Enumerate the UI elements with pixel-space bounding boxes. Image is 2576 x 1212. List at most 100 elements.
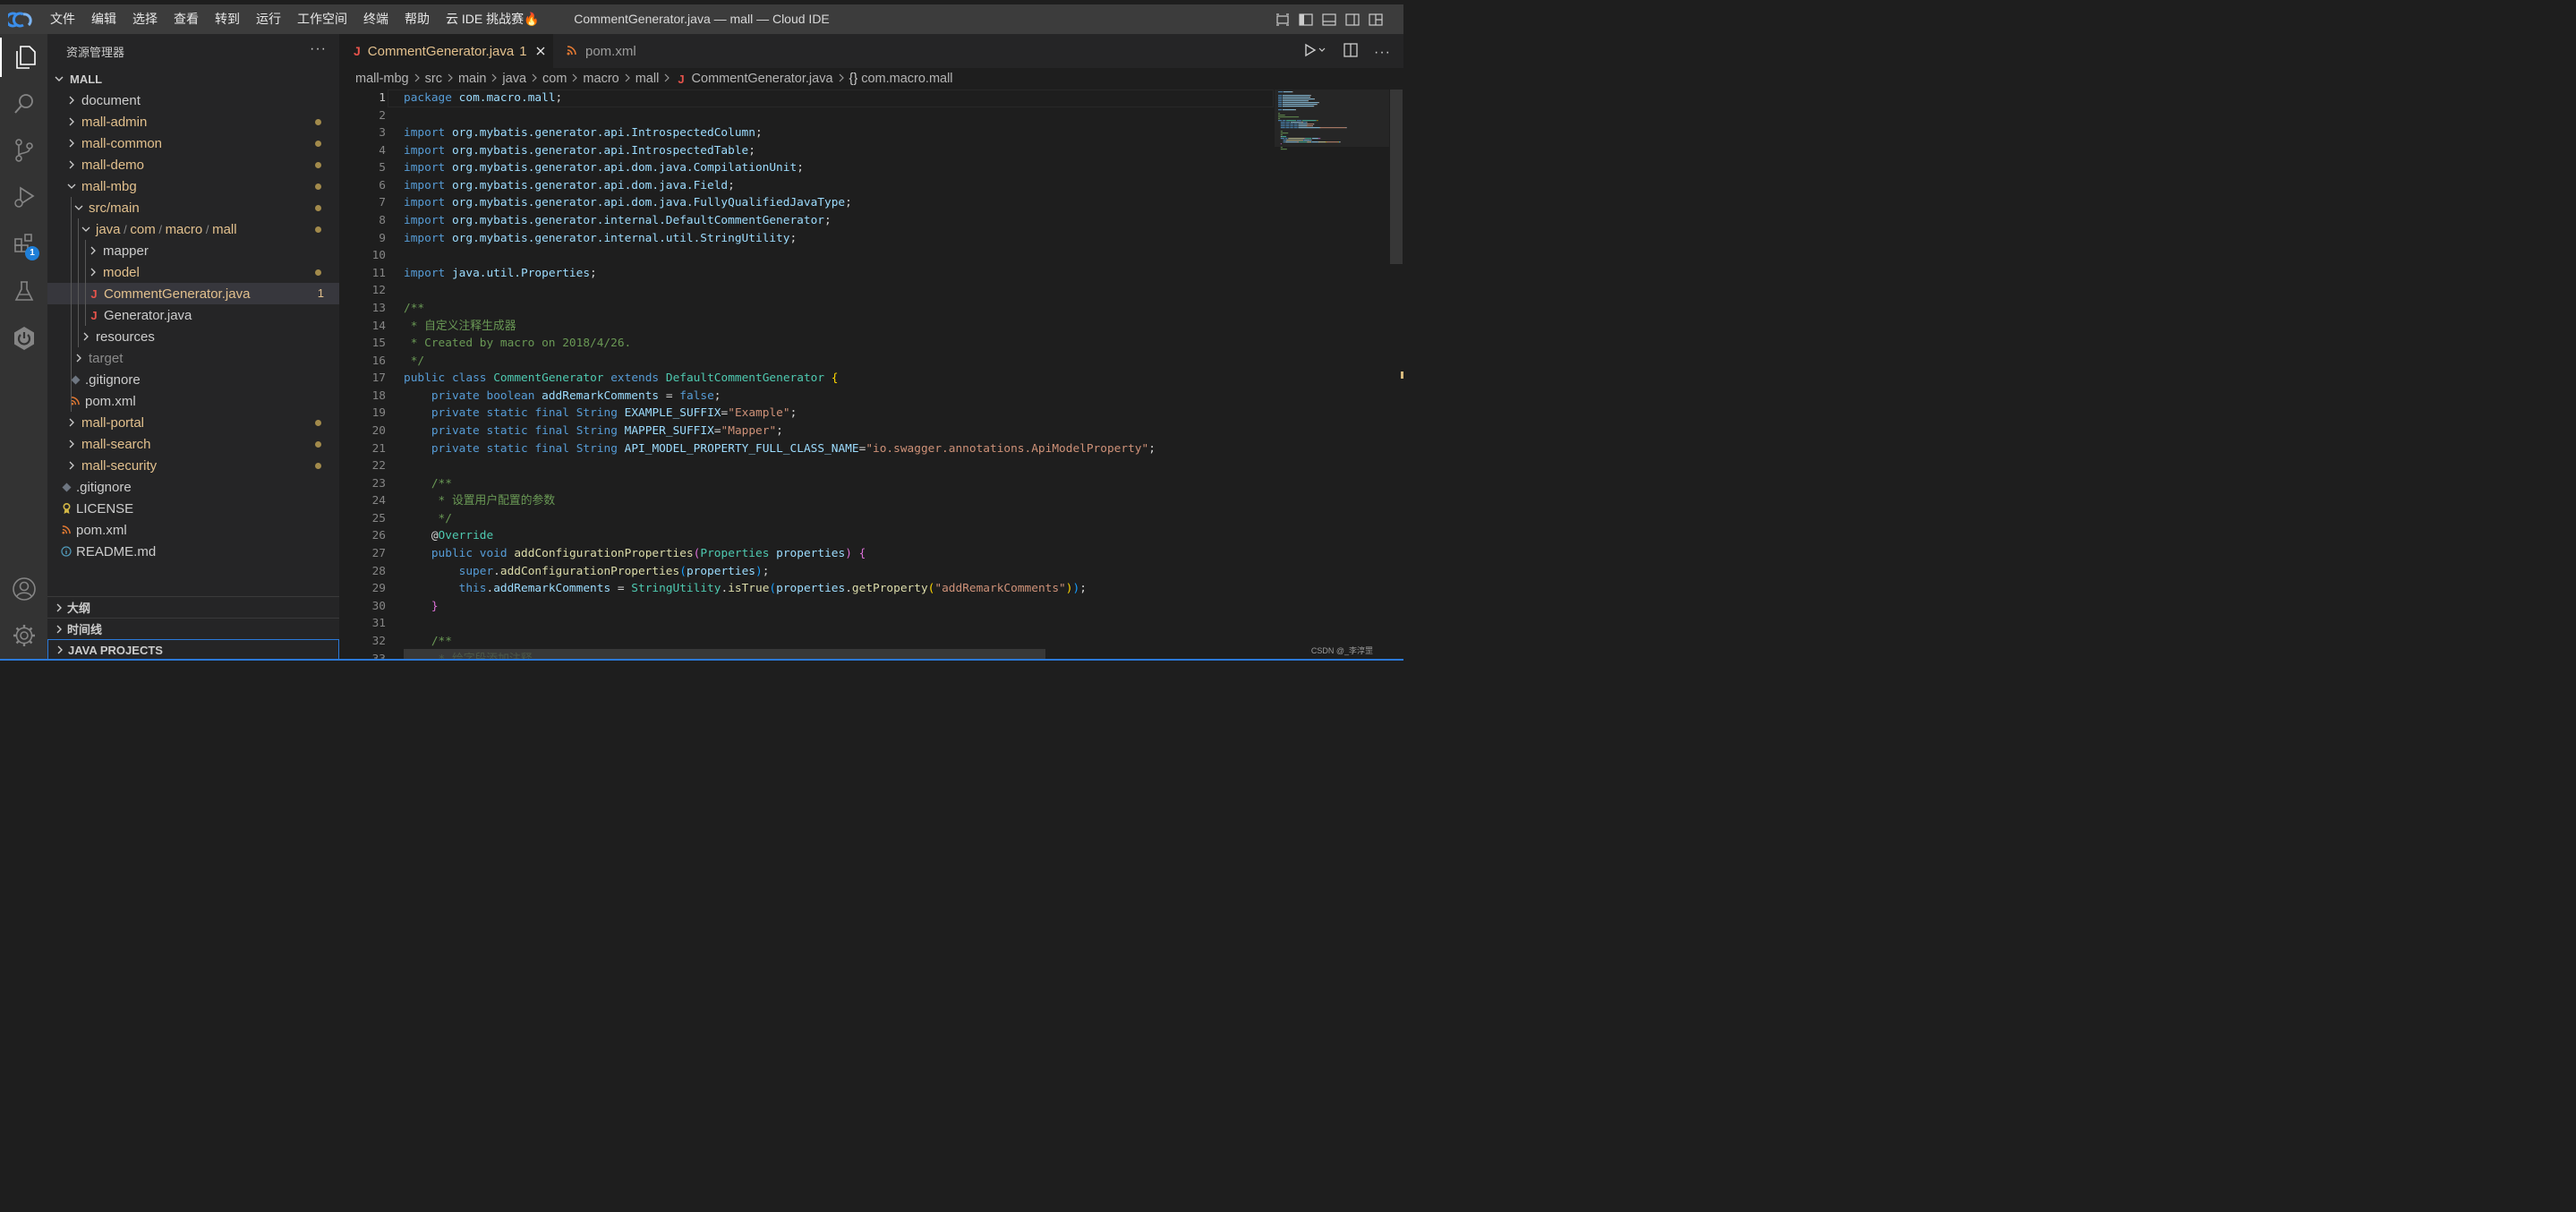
menu-item[interactable]: 运行: [248, 4, 289, 34]
file-item[interactable]: J Generator.java: [47, 304, 339, 326]
code-token: final: [534, 441, 569, 456]
file-item[interactable]: README.md: [47, 541, 339, 562]
folder-item[interactable]: mall-search: [47, 433, 339, 455]
breadcrumb-item[interactable]: mall-mbg: [355, 72, 409, 86]
toggle-panel-icon[interactable]: [1321, 13, 1337, 27]
run-and-debug-icon[interactable]: [0, 177, 47, 217]
workspace-root-folder[interactable]: MALL: [47, 68, 339, 90]
extensions-icon[interactable]: 1: [0, 224, 47, 263]
file-item[interactable]: pom.xml: [47, 519, 339, 541]
code-token: * 设置用户配置的参数: [431, 494, 556, 508]
folder-item[interactable]: mall-mbg: [47, 175, 339, 197]
menu-item[interactable]: 选择: [124, 4, 166, 34]
code-token: super: [458, 564, 494, 578]
code-token: static: [486, 423, 528, 438]
line-number: 5: [379, 161, 386, 175]
toggle-primary-sidebar-icon[interactable]: [1298, 13, 1314, 27]
layout-menu-icon[interactable]: [1368, 13, 1384, 27]
breadcrumb-item[interactable]: CommentGenerator.java: [692, 72, 833, 86]
toggle-secondary-sidebar-icon[interactable]: [1344, 13, 1361, 27]
accounts-icon[interactable]: [0, 569, 47, 609]
folder-item[interactable]: mall-portal: [47, 412, 339, 433]
folder-item[interactable]: target: [47, 347, 339, 369]
code-content[interactable]: package com.macro.mall; import org.mybat…: [404, 90, 1272, 661]
folder-item[interactable]: mapper: [47, 240, 339, 261]
folder-item[interactable]: java / com / macro / mall: [47, 218, 339, 240]
cloud-ide-logo-icon[interactable]: [0, 4, 41, 34]
breadcrumb-item[interactable]: macro: [583, 72, 618, 86]
customize-layout-icon[interactable]: [1275, 13, 1291, 27]
menu-item[interactable]: 工作空间: [289, 4, 355, 34]
breadcrumb-item[interactable]: main: [458, 72, 486, 86]
editor-tabs: J CommentGenerator.java 1 pom.xml ···: [339, 34, 1403, 68]
folder-item[interactable]: mall-common: [47, 132, 339, 154]
namespace-icon: {}: [849, 72, 858, 86]
spring-boot-dashboard-icon[interactable]: [0, 319, 47, 358]
minimap-token: [1309, 95, 1311, 97]
folder-item[interactable]: resources: [47, 326, 339, 347]
tab-pom-xml[interactable]: pom.xml: [553, 34, 670, 68]
breadcrumb-item[interactable]: java: [502, 72, 526, 86]
minimap-token: [1286, 141, 1297, 143]
menu-item[interactable]: 终端: [355, 4, 397, 34]
menu-item[interactable]: 转到: [207, 4, 248, 34]
search-icon[interactable]: [0, 84, 47, 124]
folder-item[interactable]: src/main: [47, 197, 339, 218]
menu-item[interactable]: 查看: [166, 4, 207, 34]
breadcrumb-item[interactable]: com.macro.mall: [861, 72, 952, 86]
tree-item-label: resources: [96, 329, 155, 345]
breadcrumb-item[interactable]: mall: [635, 72, 660, 86]
line-number: 18: [371, 388, 386, 403]
split-editor-icon[interactable]: [1343, 43, 1358, 62]
file-item[interactable]: J CommentGenerator.java 1: [47, 283, 339, 304]
folder-item[interactable]: model: [47, 261, 339, 283]
code-editor[interactable]: 1 2 3 4 5 6 7 8 9 10 11 12 13 14 15 16 17 18 19 20 21 22 23 24 2…: [339, 90, 1275, 661]
line-number: 7: [379, 196, 386, 210]
close-icon[interactable]: [536, 44, 545, 59]
minimap-token: [1303, 140, 1310, 141]
file-item[interactable]: pom.xml: [47, 390, 339, 412]
breadcrumb-item[interactable]: src: [425, 72, 442, 86]
minimap-token: [1345, 127, 1347, 129]
folder-item[interactable]: mall-security: [47, 455, 339, 476]
settings-gear-icon[interactable]: [0, 616, 47, 655]
menu-item[interactable]: 编辑: [83, 4, 124, 34]
menu-item[interactable]: 帮助: [397, 4, 438, 34]
java-projects-section[interactable]: JAVA PROJECTS: [47, 639, 339, 661]
source-control-icon[interactable]: [0, 131, 47, 170]
more-actions-icon[interactable]: ···: [1374, 45, 1391, 61]
line-number: 10: [371, 249, 386, 263]
file-item[interactable]: .gitignore: [47, 476, 339, 498]
chevron-right-icon: [531, 72, 538, 86]
folder-item[interactable]: mall-admin: [47, 111, 339, 132]
breadcrumb-item[interactable]: com: [542, 72, 567, 86]
more-actions-icon[interactable]: ···: [310, 41, 327, 57]
code-token: StringUtility: [631, 582, 721, 596]
tab-comment-generator[interactable]: J CommentGenerator.java 1: [339, 34, 553, 68]
tree-item-label: mall-portal: [81, 414, 145, 431]
run-icon[interactable]: [1304, 43, 1327, 62]
file-item[interactable]: LICENSE: [47, 498, 339, 519]
outline-section[interactable]: 大纲: [47, 596, 339, 618]
testing-icon[interactable]: [0, 272, 47, 312]
explorer-icon[interactable]: [0, 38, 47, 77]
minimap-token: [1280, 134, 1283, 136]
menu-item[interactable]: 云 IDE 挑战赛🔥: [438, 4, 548, 34]
folder-item[interactable]: document: [47, 90, 339, 111]
minimap[interactable]: [1275, 90, 1389, 661]
horizontal-scrollbar[interactable]: [404, 649, 1045, 659]
folder-item[interactable]: mall-demo: [47, 154, 339, 175]
minimap-token: [1280, 125, 1285, 127]
timeline-section[interactable]: 时间线: [47, 618, 339, 639]
tree-item-label: .gitignore: [85, 371, 141, 388]
chevron-down-icon: [73, 202, 85, 213]
vertical-scrollbar[interactable]: [1390, 90, 1403, 264]
line-number: 19: [371, 406, 386, 421]
menu-item[interactable]: 文件: [41, 4, 83, 34]
tree-item-label: src/main: [89, 200, 140, 216]
file-item[interactable]: .gitignore: [47, 369, 339, 390]
